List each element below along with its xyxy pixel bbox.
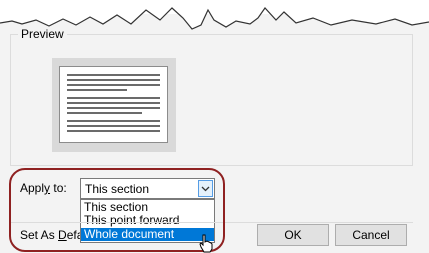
ok-button[interactable]: OK [257, 224, 329, 246]
cancel-button[interactable]: Cancel [335, 224, 407, 246]
apply-to-label: Apply to: [20, 181, 67, 195]
apply-to-selected-value: This section [85, 182, 150, 196]
apply-to-options-list: This section This point forward Whole do… [80, 199, 215, 243]
apply-to-dropdown[interactable]: This section [80, 178, 215, 199]
dropdown-arrow-button[interactable] [198, 180, 213, 197]
mouse-pointer-hand-icon [199, 234, 213, 253]
preview-label: Preview [18, 27, 67, 41]
chevron-down-icon [201, 186, 210, 192]
option-this-point-forward[interactable]: This point forward [81, 214, 214, 227]
option-whole-document[interactable]: Whole document [81, 228, 214, 241]
set-as-default-button[interactable]: Set As Default [20, 228, 80, 242]
preview-page-thumbnail [59, 66, 168, 143]
footer-divider [10, 222, 413, 223]
